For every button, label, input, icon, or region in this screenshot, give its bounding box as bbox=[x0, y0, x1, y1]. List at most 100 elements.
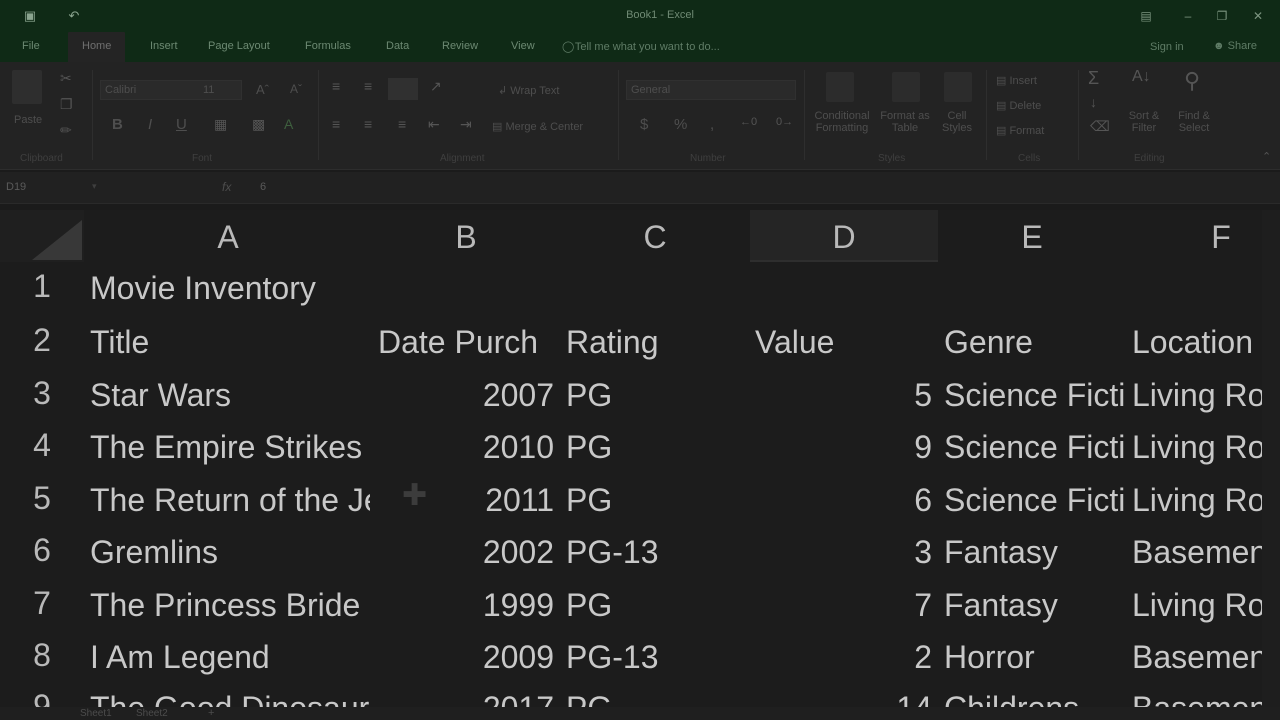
cell-e9[interactable]: Childrens bbox=[944, 688, 1126, 707]
cell-a9[interactable]: The Good Dinosaur bbox=[90, 688, 370, 707]
cell-f4[interactable]: Living Room bbox=[1132, 427, 1262, 467]
tab-home[interactable]: Home bbox=[68, 32, 126, 62]
number-format-box[interactable]: General bbox=[626, 80, 796, 100]
save-icon[interactable]: ▣ bbox=[20, 6, 40, 26]
format-cells-button[interactable]: ▤ Format bbox=[996, 124, 1044, 137]
cell-c2[interactable]: Rating bbox=[566, 322, 750, 362]
column-header-c[interactable]: C bbox=[560, 210, 750, 262]
increase-decimal-icon[interactable]: ←0 bbox=[740, 116, 757, 128]
fill-icon[interactable]: ↓ bbox=[1090, 94, 1097, 110]
copy-icon[interactable]: ❐ bbox=[60, 96, 73, 113]
cell-e4[interactable]: Science Fiction bbox=[944, 427, 1126, 467]
font-name-box[interactable]: Calibri 11 bbox=[100, 80, 242, 100]
cell-b3[interactable]: 2007 bbox=[378, 375, 554, 415]
cell-f9[interactable]: Basement bbox=[1132, 688, 1262, 707]
delete-cells-button[interactable]: ▤ Delete bbox=[996, 99, 1041, 112]
wrap-text-button[interactable]: ↲ Wrap Text bbox=[498, 84, 559, 97]
percent-button[interactable]: % bbox=[674, 116, 687, 133]
bold-button[interactable]: B bbox=[112, 116, 123, 133]
align-right-icon[interactable]: ≡ bbox=[398, 116, 406, 132]
sheet-tab-sheet1[interactable]: Sheet1 bbox=[80, 708, 112, 719]
increase-font-icon[interactable]: Aˆ bbox=[256, 82, 269, 97]
cell-f2[interactable]: Location bbox=[1132, 322, 1262, 362]
sort-filter-button[interactable]: Sort & Filter bbox=[1122, 110, 1166, 134]
maximize-icon[interactable]: ❐ bbox=[1212, 6, 1232, 26]
cell-b6[interactable]: 2002 bbox=[378, 532, 554, 572]
cell-e2[interactable]: Genre bbox=[944, 322, 1126, 362]
align-bottom-icon[interactable] bbox=[388, 78, 418, 100]
row-header-7[interactable]: 7 bbox=[0, 585, 84, 622]
cell-c8[interactable]: PG-13 bbox=[566, 637, 750, 677]
row-header-9[interactable]: 9 bbox=[0, 688, 84, 707]
row-header-6[interactable]: 6 bbox=[0, 532, 84, 569]
cell-f3[interactable]: Living Room bbox=[1132, 375, 1262, 415]
cell-e3[interactable]: Science Fiction bbox=[944, 375, 1126, 415]
close-icon[interactable]: ✕ bbox=[1248, 6, 1268, 26]
paste-icon[interactable] bbox=[12, 70, 42, 104]
decrease-indent-icon[interactable]: ⇤ bbox=[428, 116, 440, 133]
row-header-5[interactable]: 5 bbox=[0, 480, 84, 517]
cell-b7[interactable]: 1999 bbox=[378, 585, 554, 625]
tab-review[interactable]: Review bbox=[442, 40, 478, 52]
tab-view[interactable]: View bbox=[511, 40, 535, 52]
increase-indent-icon[interactable]: ⇥ bbox=[460, 116, 472, 133]
tab-insert[interactable]: Insert bbox=[150, 40, 178, 52]
cell-b8[interactable]: 2009 bbox=[378, 637, 554, 677]
ribbon-display-icon[interactable]: ▤ bbox=[1136, 6, 1156, 26]
row-header-8[interactable]: 8 bbox=[0, 637, 84, 674]
decrease-font-icon[interactable]: Aˇ bbox=[290, 82, 302, 96]
select-all-corner[interactable] bbox=[0, 210, 84, 262]
cell-e7[interactable]: Fantasy bbox=[944, 585, 1126, 625]
tab-formulas[interactable]: Formulas bbox=[305, 40, 351, 52]
cell-d6[interactable]: 3 bbox=[755, 532, 932, 572]
cell-a3[interactable]: Star Wars bbox=[90, 375, 370, 415]
cell-d9[interactable]: 14 bbox=[755, 688, 932, 707]
cell-c4[interactable]: PG bbox=[566, 427, 750, 467]
tell-me-box[interactable]: ◯ Tell me what you want to do... bbox=[562, 40, 720, 53]
cell-a1[interactable]: Movie Inventory bbox=[90, 268, 490, 308]
cell-d3[interactable]: 5 bbox=[755, 375, 932, 415]
cell-f7[interactable]: Living Room bbox=[1132, 585, 1262, 625]
column-header-a[interactable]: A bbox=[84, 210, 372, 262]
cell-c6[interactable]: PG-13 bbox=[566, 532, 750, 572]
cell-b9[interactable]: 2017 bbox=[378, 688, 554, 707]
format-painter-icon[interactable]: ✏ bbox=[60, 122, 72, 139]
align-left-icon[interactable]: ≡ bbox=[332, 116, 340, 132]
insert-cells-button[interactable]: ▤ Insert bbox=[996, 74, 1037, 87]
currency-button[interactable]: $ bbox=[640, 116, 648, 133]
share-button[interactable]: ☻ Share bbox=[1213, 40, 1257, 52]
merge-center-button[interactable]: ▤ Merge & Center bbox=[492, 120, 583, 133]
cell-c9[interactable]: PG bbox=[566, 688, 750, 707]
cell-a4[interactable]: The Empire Strikes Back bbox=[90, 427, 370, 467]
align-middle-icon[interactable]: ≡ bbox=[364, 78, 372, 94]
cell-d5[interactable]: 6 bbox=[755, 480, 932, 520]
cell-d2[interactable]: Value bbox=[755, 322, 938, 362]
cell-e5[interactable]: Science Fiction bbox=[944, 480, 1126, 520]
tab-data[interactable]: Data bbox=[386, 40, 409, 52]
tab-file[interactable]: File bbox=[22, 40, 40, 52]
orientation-icon[interactable]: ↗ bbox=[430, 78, 442, 95]
sheet-tab-sheet2[interactable]: Sheet2 bbox=[136, 708, 168, 719]
clear-icon[interactable]: ⌫ bbox=[1090, 118, 1110, 135]
find-select-button[interactable]: Find & Select bbox=[1170, 110, 1218, 134]
column-header-f[interactable]: F bbox=[1126, 210, 1262, 262]
align-top-icon[interactable]: ≡ bbox=[332, 78, 340, 94]
cell-styles-button[interactable]: Cell Styles bbox=[932, 110, 982, 134]
format-as-table-button[interactable]: Format as Table bbox=[876, 110, 934, 134]
formula-input[interactable]: 6 bbox=[260, 181, 266, 193]
cell-d4[interactable]: 9 bbox=[755, 427, 932, 467]
cut-icon[interactable]: ✂ bbox=[60, 70, 72, 87]
paste-button[interactable]: Paste bbox=[14, 114, 42, 126]
name-box-dropdown-icon[interactable]: ▾ bbox=[92, 181, 97, 192]
undo-icon[interactable]: ↶ bbox=[64, 6, 84, 26]
cell-d8[interactable]: 2 bbox=[755, 637, 932, 677]
cell-e8[interactable]: Horror bbox=[944, 637, 1126, 677]
minimize-icon[interactable]: – bbox=[1178, 6, 1198, 26]
row-header-4[interactable]: 4 bbox=[0, 427, 84, 464]
autosum-icon[interactable]: Σ bbox=[1088, 68, 1099, 89]
cell-c5[interactable]: PG bbox=[566, 480, 750, 520]
vertical-scrollbar[interactable] bbox=[1262, 210, 1280, 707]
collapse-ribbon-icon[interactable]: ⌃ bbox=[1262, 150, 1271, 163]
spreadsheet-grid[interactable]: A B C D E F 1 Movie Inventory 2 Title Da… bbox=[0, 210, 1262, 707]
cell-a7[interactable]: The Princess Bride bbox=[90, 585, 370, 625]
